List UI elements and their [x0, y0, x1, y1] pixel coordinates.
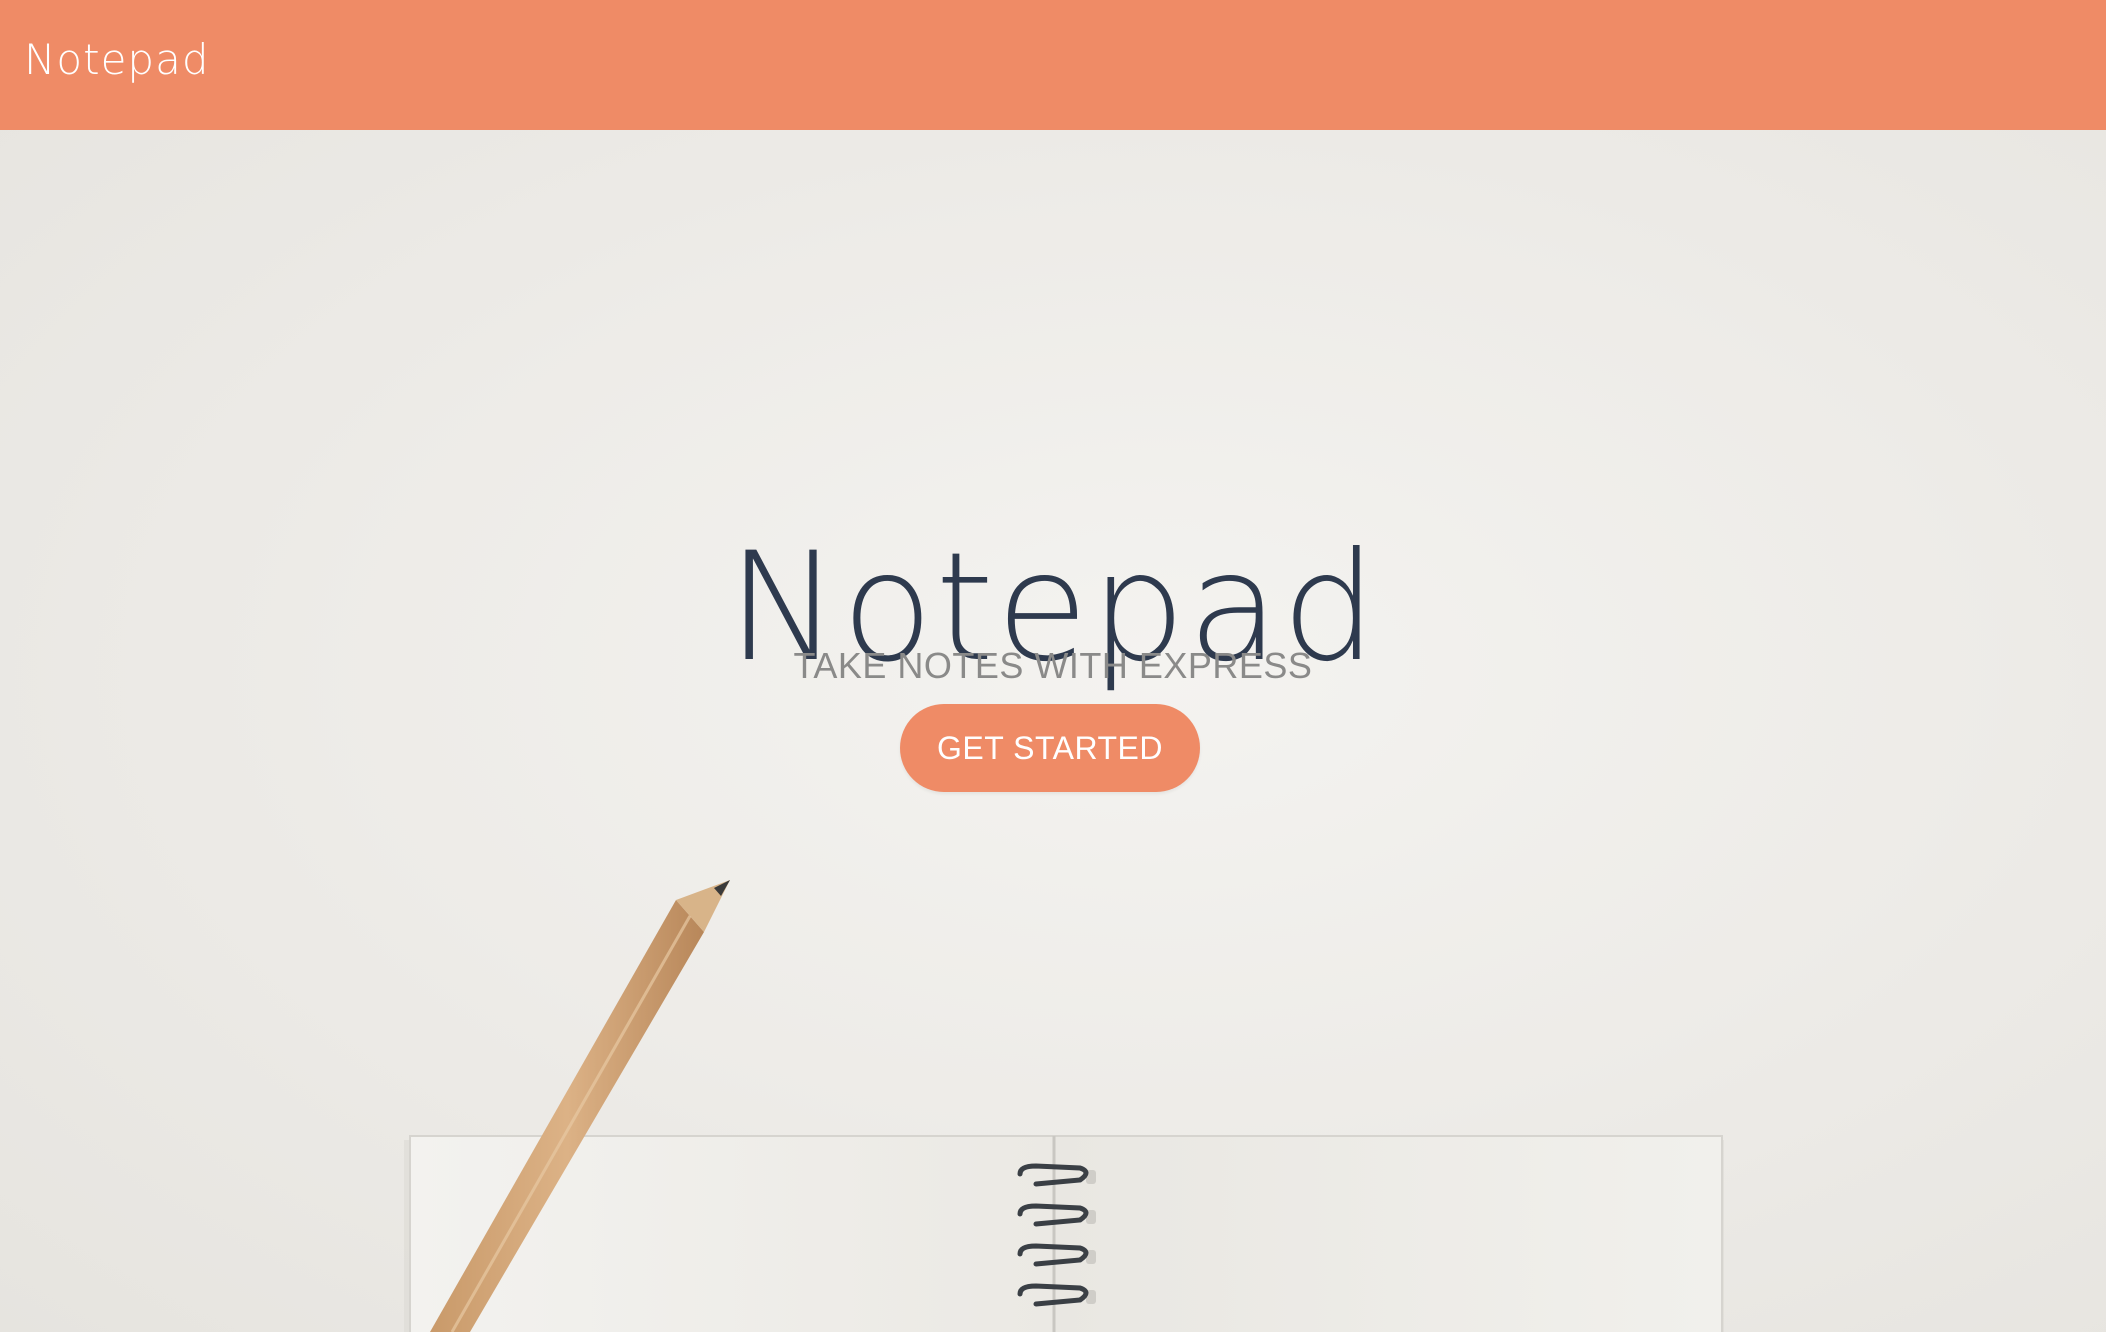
notebook-illustration	[404, 1135, 1724, 1332]
navbar: Notepad	[0, 0, 2106, 130]
navbar-brand-link[interactable]: Notepad	[24, 30, 209, 90]
get-started-button[interactable]: GET STARTED	[900, 704, 1200, 792]
hero-section: Notepad TAKE NOTES WITH EXPRESS GET STAR…	[0, 130, 2106, 1332]
hero-subtitle: TAKE NOTES WITH EXPRESS	[793, 645, 1313, 686]
